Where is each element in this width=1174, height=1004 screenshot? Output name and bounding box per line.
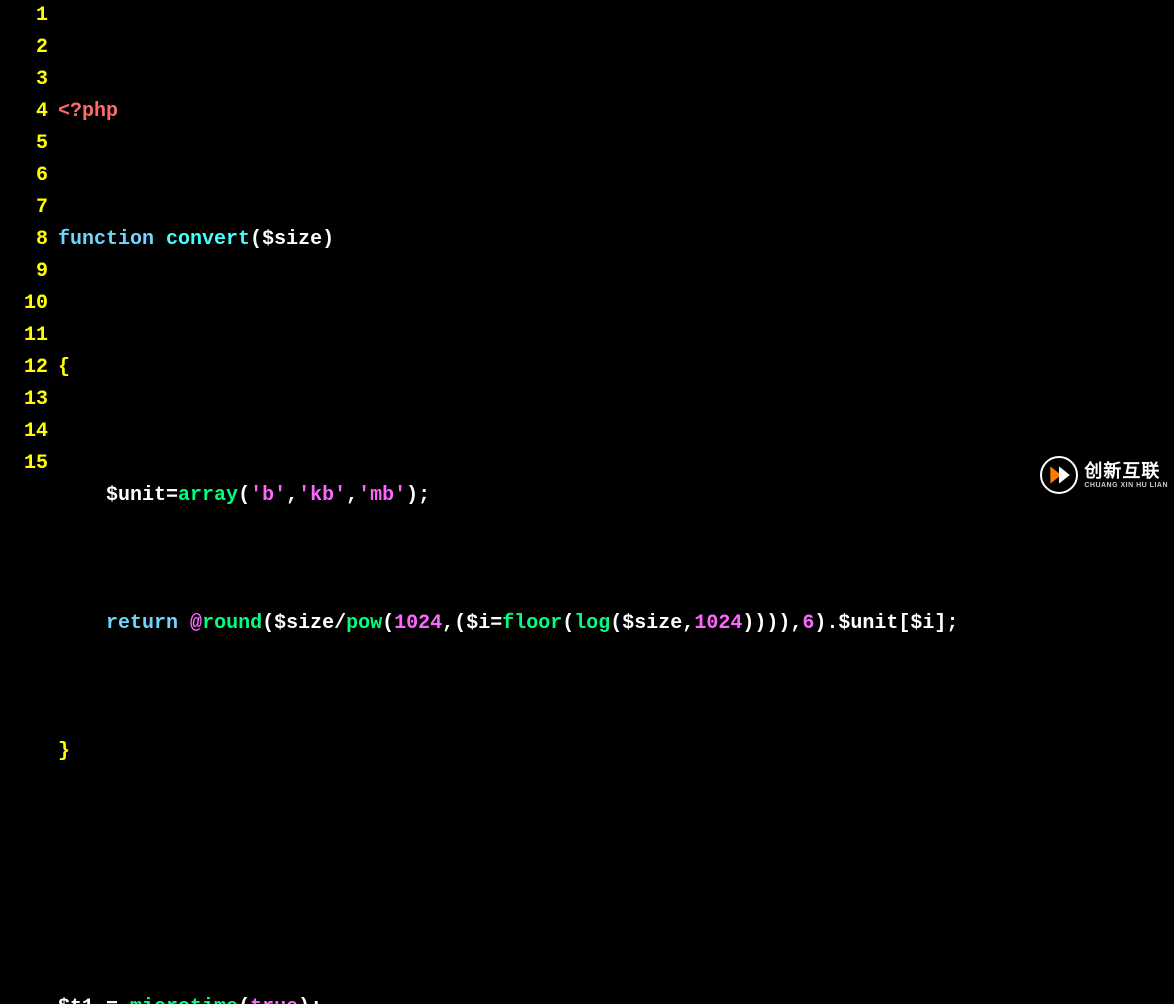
line-number: 4 — [0, 96, 48, 128]
line-number: 1 — [0, 0, 48, 32]
string-literal: 'kb' — [298, 484, 346, 507]
function-name: convert — [166, 228, 250, 251]
line-number: 14 — [0, 416, 48, 448]
keyword-return: return — [106, 612, 178, 635]
code-line[interactable]: <?php — [58, 96, 1174, 128]
builtin-microtime: microtime — [130, 996, 238, 1004]
builtin-log: log — [574, 612, 610, 635]
builtin-round: round — [202, 612, 262, 635]
line-number-gutter: 1 2 3 4 5 6 7 8 9 10 11 12 13 14 15 — [0, 0, 58, 1004]
code-line[interactable]: { — [58, 352, 1174, 384]
line-number: 2 — [0, 32, 48, 64]
code-line[interactable]: } — [58, 736, 1174, 768]
line-number: 15 — [0, 448, 48, 480]
number-literal: 1024 — [694, 612, 742, 635]
line-number: 12 — [0, 352, 48, 384]
line-number: 6 — [0, 160, 48, 192]
variable: $t1 — [58, 996, 94, 1004]
line-number: 11 — [0, 320, 48, 352]
variable: $unit — [106, 484, 166, 507]
watermark: 创新互联 CHUANG XIN HU LIAN — [1040, 456, 1168, 494]
string-literal: 'b' — [250, 484, 286, 507]
line-number: 5 — [0, 128, 48, 160]
code-line[interactable] — [58, 864, 1174, 896]
string-literal: 'mb' — [358, 484, 406, 507]
keyword-function: function — [58, 228, 154, 251]
logo-mark-icon — [1046, 462, 1072, 488]
number-literal: 1024 — [394, 612, 442, 635]
watermark-en: CHUANG XIN HU LIAN — [1084, 482, 1168, 489]
watermark-logo-icon — [1040, 456, 1078, 494]
line-number: 3 — [0, 64, 48, 96]
builtin-pow: pow — [346, 612, 382, 635]
code-area[interactable]: <?php function convert($size) { $unit=ar… — [58, 0, 1174, 1004]
code-line[interactable]: $unit=array('b','kb','mb'); — [58, 480, 1174, 512]
php-open-tag: <?php — [58, 100, 118, 123]
variable: $size — [274, 612, 334, 635]
line-number: 8 — [0, 224, 48, 256]
builtin-floor: floor — [502, 612, 562, 635]
line-number: 13 — [0, 384, 48, 416]
builtin-array: array — [178, 484, 238, 507]
line-number: 10 — [0, 288, 48, 320]
variable: $size — [622, 612, 682, 635]
brace-close: } — [58, 740, 70, 763]
line-number: 9 — [0, 256, 48, 288]
brace-open: { — [58, 356, 70, 379]
code-line[interactable]: return @round($size/pow(1024,($i=floor(l… — [58, 608, 1174, 640]
variable: $i — [910, 612, 934, 635]
line-number: 7 — [0, 192, 48, 224]
code-line[interactable]: $t1 = microtime(true); — [58, 992, 1174, 1004]
code-editor[interactable]: 1 2 3 4 5 6 7 8 9 10 11 12 13 14 15 <?ph… — [0, 0, 1174, 1004]
number-literal: 6 — [802, 612, 814, 635]
watermark-text: 创新互联 CHUANG XIN HU LIAN — [1084, 462, 1168, 489]
suppress-operator: @ — [190, 612, 202, 635]
variable: $unit — [838, 612, 898, 635]
variable: $size — [262, 228, 322, 251]
watermark-cn: 创新互联 — [1084, 462, 1168, 480]
code-line[interactable]: function convert($size) — [58, 224, 1174, 256]
variable: $i — [466, 612, 490, 635]
boolean-literal: true — [250, 996, 298, 1004]
